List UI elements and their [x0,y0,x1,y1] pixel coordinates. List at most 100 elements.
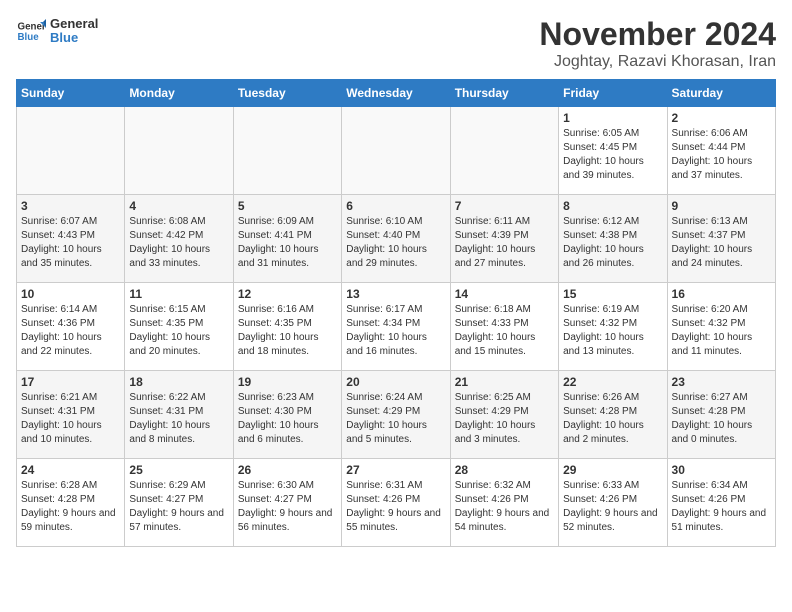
day-info: Sunrise: 6:24 AM Sunset: 4:29 PM Dayligh… [346,391,445,447]
day-number: 2 [672,111,771,125]
day-info: Sunrise: 6:29 AM Sunset: 4:27 PM Dayligh… [129,479,228,535]
calendar-cell: 2Sunrise: 6:06 AM Sunset: 4:44 PM Daylig… [667,107,775,195]
calendar-cell: 10 Sunrise: 6:14 AM Sunset: 4:36 PM Dayli… [17,283,125,371]
calendar-cell: 26 Sunrise: 6:30 AM Sunset: 4:27 PM Dayli… [233,459,341,547]
day-number: 15 [563,287,662,301]
header: General Blue General Blue November 2024 … [16,16,776,71]
calendar-cell: 24 Sunrise: 6:28 AM Sunset: 4:28 PM Dayli… [17,459,125,547]
day-number: 3 [21,199,120,213]
day-info: Sunrise: 6:07 AM Sunset: 4:43 PM Dayligh… [21,215,120,271]
calendar-cell: 27 Sunrise: 6:31 AM Sunset: 4:26 PM Dayli… [342,459,450,547]
calendar-cell: 30 Sunrise: 6:34 AM Sunset: 4:26 PM Dayli… [667,459,775,547]
weekday-header: SundayMondayTuesdayWednesdayThursdayFrid… [17,80,776,107]
day-info: Sunrise: 6:17 AM Sunset: 4:34 PM Dayligh… [346,303,445,359]
day-number: 6 [346,199,445,213]
title-area: November 2024 Joghtay, Razavi Khorasan, … [539,16,776,71]
day-info: Sunrise: 6:28 AM Sunset: 4:28 PM Dayligh… [21,479,120,535]
day-info: Sunrise: 6:25 AM Sunset: 4:29 PM Dayligh… [455,391,554,447]
day-number: 9 [672,199,771,213]
day-number: 23 [672,375,771,389]
day-info: Sunrise: 6:21 AM Sunset: 4:31 PM Dayligh… [21,391,120,447]
weekday-header-saturday: Saturday [667,80,775,107]
day-info: Sunrise: 6:05 AM Sunset: 4:45 PM Dayligh… [563,127,662,183]
day-info: Sunrise: 6:27 AM Sunset: 4:28 PM Dayligh… [672,391,771,447]
day-number: 24 [21,463,120,477]
day-info: Sunrise: 6:23 AM Sunset: 4:30 PM Dayligh… [238,391,337,447]
day-number: 5 [238,199,337,213]
calendar-cell: 9 Sunrise: 6:13 AM Sunset: 4:37 PM Daylig… [667,195,775,283]
logo-line2: Blue [50,31,98,45]
day-info: Sunrise: 6:34 AM Sunset: 4:26 PM Dayligh… [672,479,771,535]
location-title: Joghtay, Razavi Khorasan, Iran [539,53,776,71]
calendar-week-5: 24 Sunrise: 6:28 AM Sunset: 4:28 PM Dayli… [17,459,776,547]
day-number: 30 [672,463,771,477]
calendar: SundayMondayTuesdayWednesdayThursdayFrid… [16,79,776,547]
day-number: 7 [455,199,554,213]
weekday-header-wednesday: Wednesday [342,80,450,107]
day-number: 18 [129,375,228,389]
day-number: 26 [238,463,337,477]
calendar-cell: 16 Sunrise: 6:20 AM Sunset: 4:32 PM Dayli… [667,283,775,371]
day-info: Sunrise: 6:14 AM Sunset: 4:36 PM Dayligh… [21,303,120,359]
day-info: Sunrise: 6:09 AM Sunset: 4:41 PM Dayligh… [238,215,337,271]
calendar-cell [233,107,341,195]
day-info: Sunrise: 6:15 AM Sunset: 4:35 PM Dayligh… [129,303,228,359]
day-number: 22 [563,375,662,389]
calendar-week-1: 1 Sunrise: 6:05 AM Sunset: 4:45 PM Daylig… [17,107,776,195]
day-number: 29 [563,463,662,477]
day-number: 19 [238,375,337,389]
day-number: 10 [21,287,120,301]
calendar-week-4: 17 Sunrise: 6:21 AM Sunset: 4:31 PM Dayli… [17,371,776,459]
calendar-cell: 6 Sunrise: 6:10 AM Sunset: 4:40 PM Daylig… [342,195,450,283]
day-info: Sunrise: 6:10 AM Sunset: 4:40 PM Dayligh… [346,215,445,271]
day-number: 14 [455,287,554,301]
day-number: 21 [455,375,554,389]
calendar-cell [342,107,450,195]
day-info: Sunrise: 6:22 AM Sunset: 4:31 PM Dayligh… [129,391,228,447]
calendar-cell: 18 Sunrise: 6:22 AM Sunset: 4:31 PM Dayli… [125,371,233,459]
calendar-cell: 22Sunrise: 6:26 AM Sunset: 4:28 PM Dayli… [559,371,667,459]
calendar-cell: 3 Sunrise: 6:07 AM Sunset: 4:43 PM Daylig… [17,195,125,283]
weekday-header-monday: Monday [125,80,233,107]
day-number: 16 [672,287,771,301]
day-number: 13 [346,287,445,301]
day-info: Sunrise: 6:11 AM Sunset: 4:39 PM Dayligh… [455,215,554,271]
calendar-cell: 13 Sunrise: 6:17 AM Sunset: 4:34 PM Dayli… [342,283,450,371]
calendar-cell: 19 Sunrise: 6:23 AM Sunset: 4:30 PM Dayli… [233,371,341,459]
weekday-header-friday: Friday [559,80,667,107]
calendar-cell: 29Sunrise: 6:33 AM Sunset: 4:26 PM Dayli… [559,459,667,547]
calendar-cell [125,107,233,195]
calendar-cell: 17 Sunrise: 6:21 AM Sunset: 4:31 PM Dayli… [17,371,125,459]
calendar-cell: 25 Sunrise: 6:29 AM Sunset: 4:27 PM Dayli… [125,459,233,547]
day-info: Sunrise: 6:30 AM Sunset: 4:27 PM Dayligh… [238,479,337,535]
day-number: 25 [129,463,228,477]
weekday-header-tuesday: Tuesday [233,80,341,107]
day-info: Sunrise: 6:20 AM Sunset: 4:32 PM Dayligh… [672,303,771,359]
day-number: 1 [563,111,662,125]
day-number: 27 [346,463,445,477]
day-info: Sunrise: 6:16 AM Sunset: 4:35 PM Dayligh… [238,303,337,359]
calendar-cell: 20Sunrise: 6:24 AM Sunset: 4:29 PM Dayli… [342,371,450,459]
logo: General Blue General Blue [16,16,98,46]
calendar-cell: 28Sunrise: 6:32 AM Sunset: 4:26 PM Dayli… [450,459,558,547]
calendar-cell [17,107,125,195]
day-info: Sunrise: 6:19 AM Sunset: 4:32 PM Dayligh… [563,303,662,359]
calendar-cell: 4Sunrise: 6:08 AM Sunset: 4:42 PM Daylig… [125,195,233,283]
calendar-cell: 21 Sunrise: 6:25 AM Sunset: 4:29 PM Dayli… [450,371,558,459]
calendar-cell [450,107,558,195]
day-info: Sunrise: 6:13 AM Sunset: 4:37 PM Dayligh… [672,215,771,271]
calendar-week-3: 10 Sunrise: 6:14 AM Sunset: 4:36 PM Dayli… [17,283,776,371]
day-number: 17 [21,375,120,389]
calendar-cell: 23 Sunrise: 6:27 AM Sunset: 4:28 PM Dayli… [667,371,775,459]
calendar-cell: 11 Sunrise: 6:15 AM Sunset: 4:35 PM Dayli… [125,283,233,371]
day-number: 4 [129,199,228,213]
day-info: Sunrise: 6:31 AM Sunset: 4:26 PM Dayligh… [346,479,445,535]
day-info: Sunrise: 6:32 AM Sunset: 4:26 PM Dayligh… [455,479,554,535]
day-number: 12 [238,287,337,301]
day-number: 11 [129,287,228,301]
svg-text:Blue: Blue [18,32,40,43]
calendar-cell: 14 Sunrise: 6:18 AM Sunset: 4:33 PM Dayli… [450,283,558,371]
day-info: Sunrise: 6:18 AM Sunset: 4:33 PM Dayligh… [455,303,554,359]
calendar-cell: 12 Sunrise: 6:16 AM Sunset: 4:35 PM Dayli… [233,283,341,371]
weekday-header-sunday: Sunday [17,80,125,107]
